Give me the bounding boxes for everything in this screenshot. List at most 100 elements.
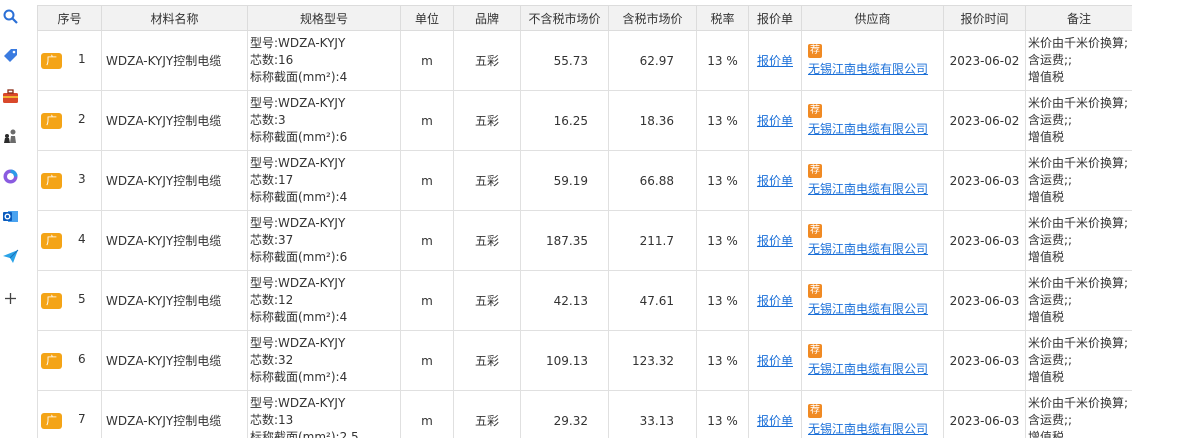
- note-cell: 米价由千米价换算; 含运费;; 增值税: [1025, 210, 1132, 271]
- quote-link[interactable]: 报价单: [757, 54, 793, 68]
- note-cell: 米价由千米价换算; 含运费;; 增值税: [1025, 270, 1132, 331]
- brand-cell: 五彩: [453, 210, 521, 271]
- col-header-name[interactable]: 材料名称: [101, 5, 248, 31]
- spec-model: 型号:WDZA-KYJY: [250, 336, 346, 350]
- seq-number: 6: [78, 352, 86, 366]
- tag-icon[interactable]: [2, 48, 19, 65]
- search-icon[interactable]: [2, 8, 19, 25]
- seq-cell: 广7: [37, 390, 102, 438]
- col-header-supplier[interactable]: 供应商: [801, 5, 944, 31]
- spec-cell: 型号:WDZA-KYJY 芯数:13 标称截面(mm²):2.5: [247, 390, 401, 438]
- tax-rate-cell: 13 %: [696, 330, 749, 391]
- col-header-quote-time[interactable]: 报价时间: [943, 5, 1026, 31]
- quote-link[interactable]: 报价单: [757, 234, 793, 248]
- supplier-link[interactable]: 无锡江南电缆有限公司: [808, 62, 928, 76]
- note-cell: 米价由千米价换算; 含运费;; 增值税: [1025, 150, 1132, 211]
- note-line: 米价由千米价换算;: [1028, 216, 1129, 230]
- col-header-price-ex-tax[interactable]: 不含税市场价: [520, 5, 609, 31]
- spec-section: 标称截面(mm²):4: [250, 370, 348, 384]
- supplier-link[interactable]: 无锡江南电缆有限公司: [808, 302, 928, 316]
- quote-link[interactable]: 报价单: [757, 294, 793, 308]
- note-line: 米价由千米价换算;: [1028, 336, 1129, 350]
- supplier-cell: 荐无锡江南电缆有限公司: [801, 330, 944, 391]
- material-name: WDZA-KYJY控制电缆: [101, 330, 248, 391]
- quote-cell: 报价单: [748, 150, 802, 211]
- table-row[interactable]: 广4 WDZA-KYJY控制电缆 型号:WDZA-KYJY 芯数:37 标称截面(m…: [37, 210, 1132, 271]
- table-row[interactable]: 广6 WDZA-KYJY控制电缆 型号:WDZA-KYJY 芯数:32 标称截面(m…: [37, 330, 1132, 391]
- col-header-spec[interactable]: 规格型号: [247, 5, 401, 31]
- note-line: 增值税: [1028, 190, 1065, 204]
- material-name: WDZA-KYJY控制电缆: [101, 30, 248, 91]
- send-icon[interactable]: [2, 248, 19, 265]
- quote-time-cell: 2023-06-03: [943, 390, 1026, 438]
- unit-cell: m: [400, 210, 454, 271]
- supplier-link[interactable]: 无锡江南电缆有限公司: [808, 182, 928, 196]
- quote-cell: 报价单: [748, 30, 802, 91]
- price-ex-tax-cell: 29.32: [520, 390, 609, 438]
- supplier-link[interactable]: 无锡江南电缆有限公司: [808, 422, 928, 436]
- col-header-quote[interactable]: 报价单: [748, 5, 802, 31]
- spec-cell: 型号:WDZA-KYJY 芯数:32 标称截面(mm²):4: [247, 330, 401, 391]
- seq-number: 2: [78, 112, 86, 126]
- note-line: 含运费;;: [1028, 353, 1073, 367]
- quote-time-cell: 2023-06-03: [943, 150, 1026, 211]
- recommend-badge: 荐: [808, 344, 822, 358]
- quote-link[interactable]: 报价单: [757, 414, 793, 428]
- col-header-note[interactable]: 备注: [1025, 5, 1132, 31]
- quote-link[interactable]: 报价单: [757, 354, 793, 368]
- chess-icon[interactable]: [2, 128, 19, 145]
- note-line: 含运费;;: [1028, 53, 1073, 67]
- note-line: 米价由千米价换算;: [1028, 156, 1129, 170]
- recommend-badge: 荐: [808, 44, 822, 58]
- supplier-link[interactable]: 无锡江南电缆有限公司: [808, 362, 928, 376]
- spec-cell: 型号:WDZA-KYJY 芯数:17 标称截面(mm²):4: [247, 150, 401, 211]
- col-header-price-in-tax[interactable]: 含税市场价: [608, 5, 697, 31]
- spec-cores: 芯数:3: [250, 113, 286, 127]
- unit-cell: m: [400, 30, 454, 91]
- ad-badge: 广: [41, 173, 62, 189]
- table-row[interactable]: 广1 WDZA-KYJY控制电缆 型号:WDZA-KYJY 芯数:16 标称截面(m…: [37, 30, 1132, 91]
- spec-cores: 芯数:16: [250, 53, 294, 67]
- recommend-badge: 荐: [808, 404, 822, 418]
- table-row[interactable]: 广5 WDZA-KYJY控制电缆 型号:WDZA-KYJY 芯数:12 标称截面(m…: [37, 270, 1132, 331]
- toolbox-icon[interactable]: [2, 88, 19, 105]
- office-icon[interactable]: [2, 168, 19, 185]
- seq-number: 1: [78, 52, 86, 66]
- supplier-link[interactable]: 无锡江南电缆有限公司: [808, 242, 928, 256]
- tax-rate-cell: 13 %: [696, 150, 749, 211]
- ad-badge: 广: [41, 113, 62, 129]
- table-row[interactable]: 广7 WDZA-KYJY控制电缆 型号:WDZA-KYJY 芯数:13 标称截面(m…: [37, 390, 1132, 438]
- spec-cell: 型号:WDZA-KYJY 芯数:37 标称截面(mm²):6: [247, 210, 401, 271]
- outlook-icon[interactable]: [2, 208, 19, 225]
- quote-link[interactable]: 报价单: [757, 114, 793, 128]
- quote-link[interactable]: 报价单: [757, 174, 793, 188]
- seq-cell: 广5: [37, 270, 102, 331]
- seq-cell: 广2: [37, 90, 102, 151]
- ad-badge: 广: [41, 233, 62, 249]
- quote-cell: 报价单: [748, 390, 802, 438]
- recommend-badge: 荐: [808, 284, 822, 298]
- supplier-link[interactable]: 无锡江南电缆有限公司: [808, 122, 928, 136]
- supplier-cell: 荐无锡江南电缆有限公司: [801, 150, 944, 211]
- spec-model: 型号:WDZA-KYJY: [250, 96, 346, 110]
- quote-time-cell: 2023-06-02: [943, 90, 1026, 151]
- price-in-tax-cell: 123.32: [608, 330, 697, 391]
- tax-rate-cell: 13 %: [696, 270, 749, 331]
- quote-time-cell: 2023-06-03: [943, 270, 1026, 331]
- price-in-tax-cell: 62.97: [608, 30, 697, 91]
- table-row[interactable]: 广2 WDZA-KYJY控制电缆 型号:WDZA-KYJY 芯数:3 标称截面(mm…: [37, 90, 1132, 151]
- note-line: 含运费;;: [1028, 173, 1073, 187]
- ad-badge: 广: [41, 293, 62, 309]
- col-header-tax-rate[interactable]: 税率: [696, 5, 749, 31]
- plus-icon[interactable]: [2, 290, 19, 307]
- col-header-brand[interactable]: 品牌: [453, 5, 521, 31]
- col-header-unit[interactable]: 单位: [400, 5, 454, 31]
- table-row[interactable]: 广3 WDZA-KYJY控制电缆 型号:WDZA-KYJY 芯数:17 标称截面(m…: [37, 150, 1132, 211]
- spec-section: 标称截面(mm²):4: [250, 70, 348, 84]
- spec-model: 型号:WDZA-KYJY: [250, 276, 346, 290]
- seq-number: 3: [78, 172, 86, 186]
- price-table: 序号 材料名称 规格型号 单位 品牌 不含税市场价 含税市场价 税率 报价单 供…: [37, 5, 1132, 438]
- note-line: 含运费;;: [1028, 113, 1073, 127]
- col-header-seq[interactable]: 序号: [37, 5, 102, 31]
- note-line: 含运费;;: [1028, 233, 1073, 247]
